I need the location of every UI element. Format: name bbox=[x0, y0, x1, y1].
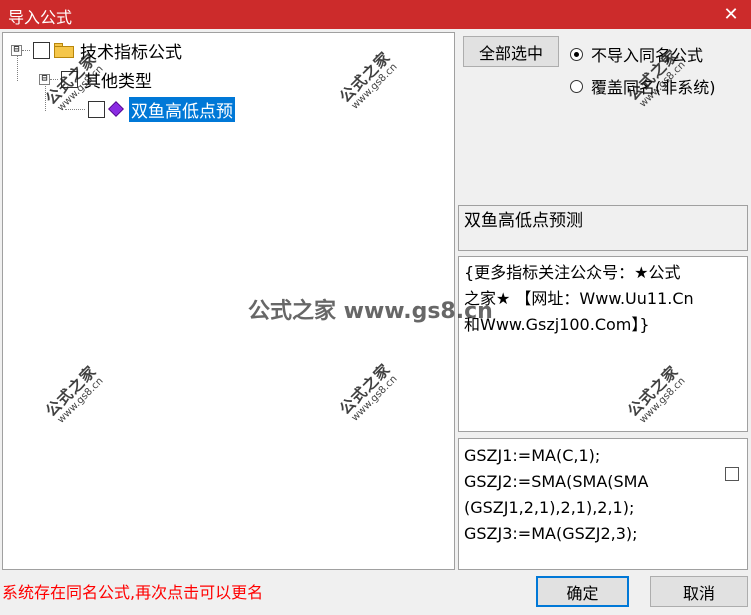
formula-name-panel: 双鱼高低点预测 bbox=[458, 205, 748, 251]
tree-node-root[interactable]: ⊟ 技术指标公式 bbox=[11, 38, 182, 63]
tree-node-group-label: 其他类型 bbox=[84, 71, 152, 92]
formula-tree[interactable]: ⊟ 技术指标公式 ⊟ 其他类型 双鱼高低点预 bbox=[2, 32, 455, 570]
collapse-icon[interactable]: ⊟ bbox=[11, 44, 22, 56]
item-checkbox[interactable] bbox=[88, 100, 105, 118]
formula-description: {更多指标关注公众号：★公式 之家★ 【网址：Www.Uu11.Cn 和Www.… bbox=[464, 263, 694, 334]
formula-description-panel[interactable]: {更多指标关注公众号：★公式 之家★ 【网址：Www.Uu11.Cn 和Www.… bbox=[458, 256, 748, 432]
tree-connector bbox=[65, 108, 85, 110]
window-title: 导入公式 bbox=[8, 8, 73, 27]
root-checkbox[interactable] bbox=[33, 41, 50, 59]
formula-name: 双鱼高低点预测 bbox=[464, 211, 583, 231]
formula-code: GSZJ1:=MA(C,1); GSZJ2:=SMA(SMA(SMA (GSZJ… bbox=[464, 446, 649, 543]
formula-code-panel[interactable]: GSZJ1:=MA(C,1); GSZJ2:=SMA(SMA(SMA (GSZJ… bbox=[458, 438, 748, 570]
radio-no-import[interactable]: 不导入同名公式 bbox=[570, 42, 703, 66]
select-all-button[interactable]: 全部选中 bbox=[463, 36, 559, 67]
formula-gem-icon bbox=[108, 101, 124, 117]
tree-node-item-label[interactable]: 双鱼高低点预 bbox=[129, 96, 235, 122]
folder-icon bbox=[54, 42, 74, 58]
tree-connector bbox=[50, 78, 58, 80]
title-bar: 导入公式 ✕ bbox=[0, 0, 751, 29]
status-message: 系统存在同名公式,再次点击可以更名 bbox=[2, 583, 264, 602]
tree-node-item[interactable]: 双鱼高低点预 bbox=[65, 96, 235, 122]
group-checkbox[interactable] bbox=[61, 70, 78, 88]
tree-node-group[interactable]: ⊟ 其他类型 bbox=[39, 67, 152, 92]
radio-no-import-dot[interactable] bbox=[570, 47, 583, 61]
code-checkbox[interactable] bbox=[725, 467, 739, 481]
cancel-button[interactable]: 取消 bbox=[650, 576, 748, 607]
ok-button[interactable]: 确定 bbox=[536, 576, 629, 607]
radio-overwrite-label: 覆盖同名(非系统) bbox=[591, 78, 716, 97]
close-icon[interactable]: ✕ bbox=[711, 0, 751, 29]
radio-no-import-label: 不导入同名公式 bbox=[591, 46, 704, 65]
radio-overwrite-dot[interactable] bbox=[570, 79, 583, 93]
radio-overwrite[interactable]: 覆盖同名(非系统) bbox=[570, 74, 716, 98]
tree-connector bbox=[22, 49, 30, 51]
tree-node-root-label: 技术指标公式 bbox=[80, 42, 182, 63]
collapse-icon[interactable]: ⊟ bbox=[39, 73, 50, 85]
